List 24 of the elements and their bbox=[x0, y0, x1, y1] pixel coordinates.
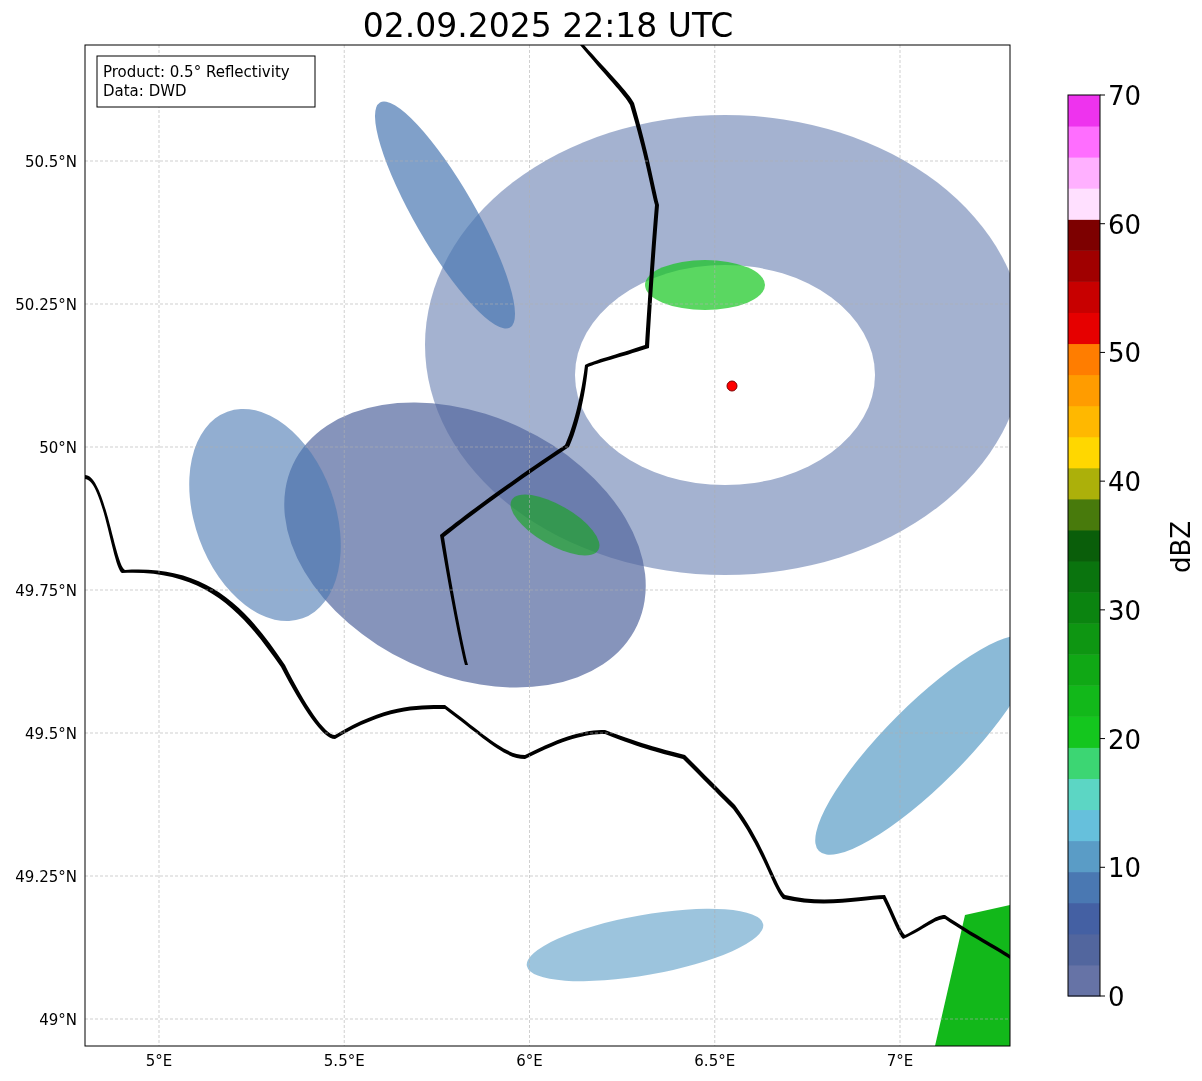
longitude-label: 6.5°E bbox=[694, 1052, 736, 1070]
colorbar-tick-label: 70 bbox=[1108, 81, 1142, 111]
latitude-label: 49.75°N bbox=[15, 582, 77, 600]
legend-text: Data: DWD bbox=[103, 82, 187, 100]
legend-text: Product: 0.5° Reflectivity bbox=[103, 63, 290, 81]
colorbar-tick-label: 60 bbox=[1108, 209, 1142, 240]
longitude-label: 7°E bbox=[886, 1052, 914, 1070]
colorbar-tick-label: 50 bbox=[1108, 338, 1142, 369]
longitude-label: 6°E bbox=[516, 1052, 543, 1070]
latitude-label: 50.25°N bbox=[15, 296, 77, 314]
latitude-label: 50.5°N bbox=[24, 153, 77, 171]
latitude-label: 49°N bbox=[39, 1011, 77, 1029]
colorbar-tick-label: 20 bbox=[1108, 724, 1142, 755]
colorbar-tick-label: 40 bbox=[1108, 467, 1142, 498]
colorbar-tick-label: 10 bbox=[1108, 853, 1142, 884]
latitude-label: 49.5°N bbox=[24, 725, 77, 743]
colorbar-tick-label: 30 bbox=[1108, 595, 1142, 626]
chart-title: 02.09.2025 22:18 UTC bbox=[362, 6, 734, 45]
longitude-label: 5°E bbox=[145, 1052, 173, 1070]
longitude-label: 5.5°E bbox=[323, 1052, 365, 1070]
latitude-label: 49.25°N bbox=[15, 868, 77, 886]
latitude-label: 50°N bbox=[39, 439, 77, 457]
colorbar-label: dBZ bbox=[1166, 520, 1196, 574]
colorbar-tick-label: 0 bbox=[1108, 982, 1125, 1012]
